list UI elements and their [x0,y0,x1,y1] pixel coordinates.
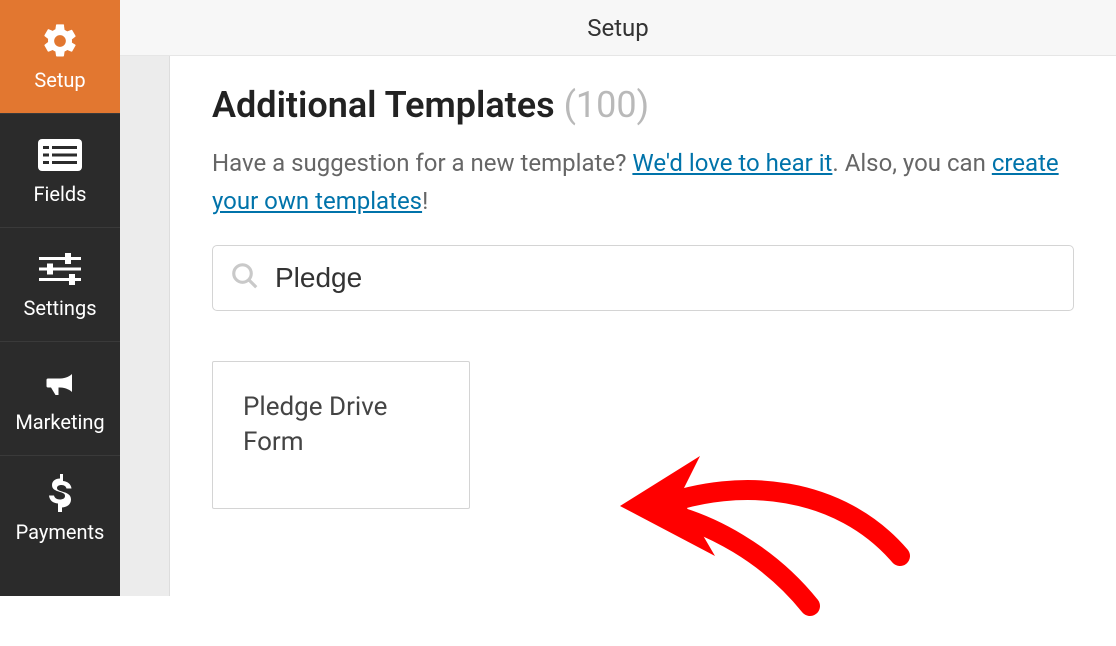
template-title: Pledge Drive Form [243,390,439,460]
sidebar-item-marketing[interactable]: Marketing [0,342,120,456]
sidebar-item-setup[interactable]: Setup [0,0,120,114]
content: Additional Templates (100) Have a sugges… [170,56,1116,596]
arrow-annotation-icon [600,426,940,646]
search-input[interactable] [212,245,1074,311]
suggestion-link[interactable]: We'd love to hear it [632,149,832,177]
gear-icon [36,22,84,60]
templates-count: (100) [564,84,650,126]
sidebar-item-label: Marketing [15,410,104,434]
sidebar-item-label: Payments [16,520,105,544]
topbar: Setup [120,0,1116,56]
heading-text: Additional Templates [212,84,555,126]
megaphone-icon [36,364,84,402]
page-title: Setup [587,14,649,42]
subtext-mid: . Also, you can [832,149,991,177]
sidebar-item-fields[interactable]: Fields [0,114,120,228]
sidebar-item-payments[interactable]: Payments [0,456,120,562]
sidebar-item-label: Settings [23,296,96,320]
list-icon [36,136,84,174]
sliders-icon [36,250,84,288]
sidebar-item-label: Setup [34,68,85,92]
sidebar-item-label: Fields [34,182,87,206]
main-panel: Setup Additional Templates (100) Have a … [120,0,1116,596]
sidebar-item-settings[interactable]: Settings [0,228,120,342]
gutter [120,56,170,596]
search-wrap [212,245,1074,311]
templates-heading: Additional Templates (100) [212,84,1074,126]
sidebar: Setup Fields Settings Marketing Payments [0,0,120,596]
subtext-suffix: ! [422,187,428,215]
template-card[interactable]: Pledge Drive Form [212,361,470,509]
templates-subtext: Have a suggestion for a new template? We… [212,144,1074,221]
subtext-prefix: Have a suggestion for a new template? [212,149,632,177]
dollar-icon [36,474,84,512]
